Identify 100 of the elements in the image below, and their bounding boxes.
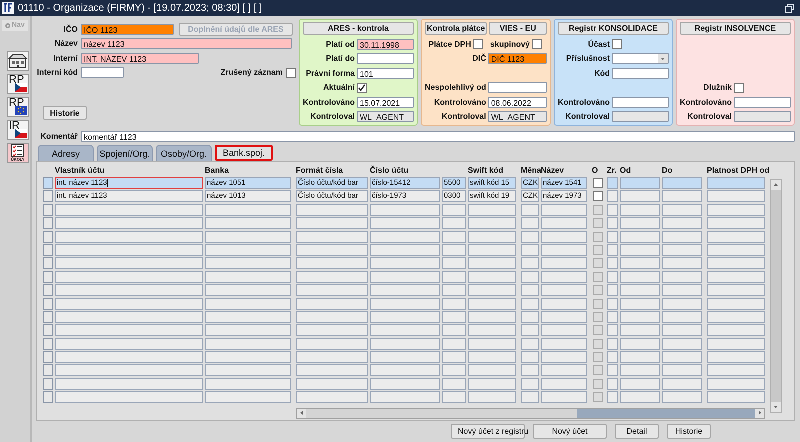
checkbox[interactable] [612, 39, 622, 50]
column-header: Do [662, 166, 673, 175]
row-selector[interactable] [43, 364, 53, 376]
table-cell [607, 310, 618, 323]
table-cell [607, 391, 618, 404]
table-cell [442, 230, 466, 243]
row-selector[interactable] [43, 230, 53, 243]
down-arrow-icon[interactable] [773, 404, 779, 410]
input-field[interactable]: DIČ 1123 [488, 53, 547, 64]
table-cell [541, 378, 587, 390]
window-title: 01110 - Organizace (FIRMY) - [19.07.2023; 08:30] [ ] [ ] [18, 2, 264, 14]
input-field[interactable]: WL_AGENT [488, 111, 547, 122]
checkbox[interactable] [593, 191, 603, 202]
row-selector[interactable] [43, 204, 53, 216]
table-cell [662, 351, 702, 364]
table-cell [541, 230, 587, 243]
table-cell [370, 338, 440, 350]
checkbox[interactable] [734, 82, 744, 93]
panel-header-button[interactable]: Kontrola plátce [425, 22, 488, 35]
input-field[interactable]: 101 [357, 68, 414, 79]
row-selector[interactable] [43, 270, 53, 283]
toolbar-button[interactable]: RP [7, 74, 29, 94]
input-field[interactable]: název 1123 [81, 38, 292, 50]
history-button[interactable]: Historie [43, 106, 87, 120]
checkbox[interactable] [593, 178, 603, 188]
input-field[interactable]: IČO 1123 [81, 24, 174, 35]
row-selector[interactable] [43, 190, 53, 202]
input-field[interactable] [612, 68, 669, 79]
action-button[interactable]: Detail [615, 424, 659, 439]
field-label: Právní forma [305, 68, 355, 78]
up-arrow-icon[interactable] [773, 182, 779, 188]
row-selector[interactable] [43, 217, 53, 230]
row-selector[interactable] [43, 351, 53, 364]
table-cell [521, 391, 539, 404]
row-selector[interactable] [43, 177, 53, 189]
checkbox[interactable] [286, 68, 296, 78]
right-arrow-icon[interactable] [756, 410, 762, 416]
toolbar-button[interactable]: RP [7, 97, 29, 117]
input-field[interactable] [81, 67, 124, 78]
row-selector[interactable] [43, 378, 53, 390]
action-button[interactable]: Historie [667, 424, 711, 439]
table-cell [707, 364, 765, 376]
row-selector[interactable] [43, 338, 53, 350]
table-cell [607, 230, 618, 243]
input-field[interactable]: 30.11.1998 [357, 38, 414, 50]
action-button[interactable]: Nový účet [533, 424, 607, 439]
panel-header-button[interactable]: ARES - kontrola [303, 22, 414, 35]
table-cell [707, 298, 765, 310]
left-arrow-icon[interactable] [298, 410, 304, 416]
table-cell [607, 190, 618, 202]
row-selector[interactable] [43, 244, 53, 256]
row-selector[interactable] [43, 298, 53, 310]
input-field[interactable]: 08.06.2022 [488, 96, 547, 108]
input-field[interactable] [357, 53, 414, 64]
input-field[interactable]: 15.07.2021 [357, 96, 414, 108]
field-label: Interní [52, 54, 78, 63]
horizontal-scrollbar[interactable] [296, 408, 765, 419]
table-cell [468, 338, 516, 350]
table-cell [607, 338, 618, 350]
row-selector[interactable] [43, 310, 53, 323]
tab[interactable]: Adresy [38, 145, 94, 161]
table-cell [662, 298, 702, 310]
table-cell [442, 244, 466, 256]
input-field[interactable] [734, 111, 791, 122]
row-selector[interactable] [43, 324, 53, 336]
input-field[interactable] [734, 96, 791, 108]
table-cell [707, 177, 765, 189]
table-cell [620, 204, 660, 216]
table-cell [468, 391, 516, 404]
tab[interactable]: Bank.spoj. [215, 145, 273, 161]
row-selector[interactable] [43, 284, 53, 296]
input-field[interactable]: WL_AGENT [357, 111, 414, 122]
vertical-scrollbar[interactable] [770, 179, 782, 413]
table-cell [521, 270, 539, 283]
restore-window-icon[interactable] [785, 4, 794, 12]
input-field[interactable] [612, 96, 669, 108]
row-selector[interactable] [43, 257, 53, 270]
table-cell [468, 364, 516, 376]
checkbox[interactable] [357, 82, 367, 93]
checkbox[interactable] [473, 39, 484, 50]
table-cell [370, 298, 440, 310]
comment-field[interactable]: komentář 1123 [81, 130, 795, 142]
input-field[interactable]: INT. NÁZEV 1123 [81, 52, 199, 64]
input-field[interactable] [612, 111, 669, 122]
tab[interactable]: Osoby/Org. [156, 145, 212, 161]
row-selector[interactable] [43, 391, 53, 404]
panel-header-button[interactable]: VIES - EU [489, 22, 547, 35]
table-cell [370, 204, 440, 216]
toolbar-button[interactable] [7, 51, 29, 71]
tab[interactable]: Spojení/Org. [97, 145, 153, 161]
toolbar-button[interactable]: IR [7, 120, 29, 140]
checkbox[interactable] [532, 39, 542, 50]
panel-header-button[interactable]: Registr INSOLVENCE [680, 22, 791, 35]
dropdown-field[interactable] [612, 53, 669, 64]
panel-header-button[interactable]: Registr KONSOLIDACE [558, 22, 669, 35]
table-cell [620, 230, 660, 243]
table-cell [662, 391, 702, 404]
table-cell [707, 244, 765, 256]
table-cell [521, 324, 539, 336]
input-field[interactable] [488, 82, 547, 94]
